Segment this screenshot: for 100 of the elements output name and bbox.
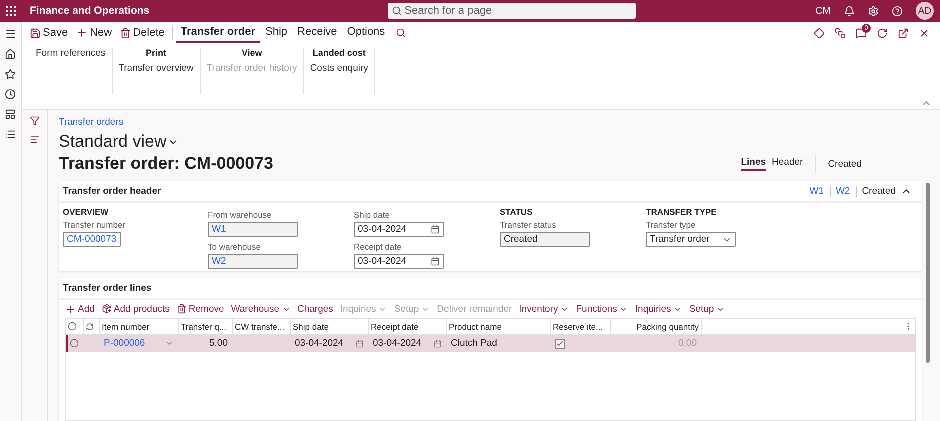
- dropdown-field[interactable]: Transfer order: [646, 232, 736, 247]
- office-icon[interactable]: [835, 28, 846, 38]
- group-heading: STATUS: [500, 207, 534, 217]
- group-title: Landed cost: [312, 48, 366, 58]
- delete-button[interactable]: Delete: [116, 24, 169, 42]
- filter-icon[interactable]: [30, 116, 40, 126]
- field-label: Transfer number: [63, 220, 127, 230]
- table-cell: 0.00: [678, 338, 697, 349]
- action-tab[interactable]: Receive: [292, 23, 342, 43]
- table-cell: 03-04-2024: [373, 338, 422, 349]
- chevron-down-icon: [165, 339, 174, 348]
- input-field[interactable]: CM-000073: [63, 232, 121, 247]
- column-header[interactable]: Item number: [102, 322, 150, 332]
- star-icon[interactable]: [5, 69, 16, 80]
- field-label: To warehouse: [208, 242, 262, 252]
- new-button[interactable]: New: [72, 24, 116, 42]
- plus-icon: [76, 27, 88, 39]
- page-tab[interactable]: Lines: [741, 157, 766, 171]
- add-products-icon: [102, 304, 112, 314]
- column-header[interactable]: CW transfe...: [235, 322, 285, 332]
- clock-icon[interactable]: [5, 89, 16, 100]
- table-cell: 5.00: [210, 338, 228, 349]
- column-header[interactable]: Ship date: [293, 322, 329, 332]
- company-label[interactable]: CM: [815, 6, 831, 16]
- close-icon[interactable]: [919, 28, 930, 38]
- date-field[interactable]: 03-04-2024: [354, 222, 444, 237]
- row-select-radio[interactable]: [70, 339, 79, 348]
- action-tab[interactable]: Ship: [260, 23, 293, 43]
- input-field[interactable]: Created: [500, 232, 590, 247]
- summary-link[interactable]: W2: [836, 186, 858, 196]
- list-icon[interactable]: [5, 129, 16, 140]
- column-header[interactable]: Packing quantity: [636, 322, 699, 332]
- bell-icon[interactable]: [844, 6, 855, 16]
- table-cell: Clutch Pad: [451, 338, 498, 349]
- list-icon[interactable]: [30, 135, 40, 145]
- group-heading: TRANSFER TYPE: [646, 207, 718, 217]
- field-label: Transfer type: [646, 220, 697, 230]
- toolbar-button[interactable]: Add: [65, 304, 95, 314]
- section-title: Transfer order lines: [63, 282, 152, 294]
- trash-icon: [120, 28, 132, 38]
- toolbar-button[interactable]: Inquiries: [635, 304, 682, 314]
- input-field[interactable]: W1: [208, 222, 298, 237]
- app-launcher-icon[interactable]: [6, 6, 16, 16]
- page-title: Transfer order: CM-000073: [59, 154, 274, 174]
- help-icon[interactable]: [892, 6, 903, 16]
- summary-status: Created: [862, 186, 896, 196]
- column-header[interactable]: Reserve ite...: [553, 322, 604, 332]
- menu-item[interactable]: Form references: [36, 48, 106, 59]
- calendar-icon: [356, 340, 364, 348]
- toolbar-button[interactable]: Setup: [689, 304, 726, 314]
- calendar-icon: [431, 225, 440, 234]
- home-icon[interactable]: [5, 49, 16, 60]
- toolbar-button[interactable]: Inventory: [519, 304, 570, 314]
- checkbox[interactable]: [555, 338, 565, 348]
- save-button[interactable]: Save: [26, 24, 72, 42]
- refresh-icon[interactable]: [86, 322, 94, 330]
- search-icon: [392, 6, 402, 16]
- select-all-radio[interactable]: [68, 322, 77, 331]
- column-header[interactable]: Product name: [449, 322, 502, 332]
- toolbar-button[interactable]: Add products: [102, 304, 170, 314]
- column-header[interactable]: Receipt date: [371, 322, 419, 332]
- date-field[interactable]: 03-04-2024: [354, 254, 444, 269]
- calendar-icon: [431, 257, 440, 266]
- plus-icon: [65, 304, 76, 314]
- page-tab[interactable]: Header: [772, 157, 804, 171]
- breadcrumb-link[interactable]: Transfer orders: [59, 117, 922, 128]
- search-field[interactable]: Search for a page: [388, 3, 636, 19]
- menu-item[interactable]: Costs enquiry: [310, 63, 368, 74]
- action-tab[interactable]: Options: [342, 23, 390, 43]
- toolbar-button[interactable]: Charges: [298, 304, 334, 314]
- user-avatar[interactable]: AD: [916, 2, 934, 20]
- trash-icon: [176, 304, 187, 314]
- group-heading: OVERVIEW: [63, 207, 110, 217]
- toolbar-button[interactable]: Functions: [576, 304, 628, 314]
- search-icon[interactable]: [396, 28, 406, 38]
- section-title: Transfer order header: [63, 186, 162, 196]
- menu-item[interactable]: Transfer overview: [118, 63, 194, 74]
- toolbar-button[interactable]: Remove: [176, 304, 224, 314]
- status-text: Created: [828, 158, 862, 170]
- toolbar-button[interactable]: Warehouse: [231, 304, 290, 314]
- group-title: View: [242, 48, 262, 58]
- summary-link[interactable]: W1: [810, 186, 831, 196]
- calendar-icon: [434, 340, 442, 348]
- save-icon: [30, 28, 41, 38]
- settings-icon[interactable]: [868, 6, 879, 16]
- menu-icon[interactable]: [4, 28, 16, 40]
- diamond-icon[interactable]: [814, 28, 825, 38]
- field-label: Transfer status: [500, 220, 558, 230]
- workspace-icon[interactable]: [5, 109, 16, 120]
- table-cell: 03-04-2024: [295, 338, 344, 349]
- field-label: Ship date: [354, 210, 391, 220]
- action-tab[interactable]: Transfer order: [176, 23, 260, 43]
- input-field[interactable]: W2: [208, 254, 298, 269]
- refresh-icon[interactable]: [877, 28, 888, 38]
- item-link[interactable]: P-000006: [104, 338, 146, 349]
- app-title: Finance and Operations: [30, 5, 150, 17]
- view-selector[interactable]: Standard view: [59, 132, 179, 152]
- open-new-window-icon[interactable]: [898, 28, 909, 38]
- column-header[interactable]: Transfer q...: [181, 322, 227, 332]
- field-label: From warehouse: [208, 210, 273, 220]
